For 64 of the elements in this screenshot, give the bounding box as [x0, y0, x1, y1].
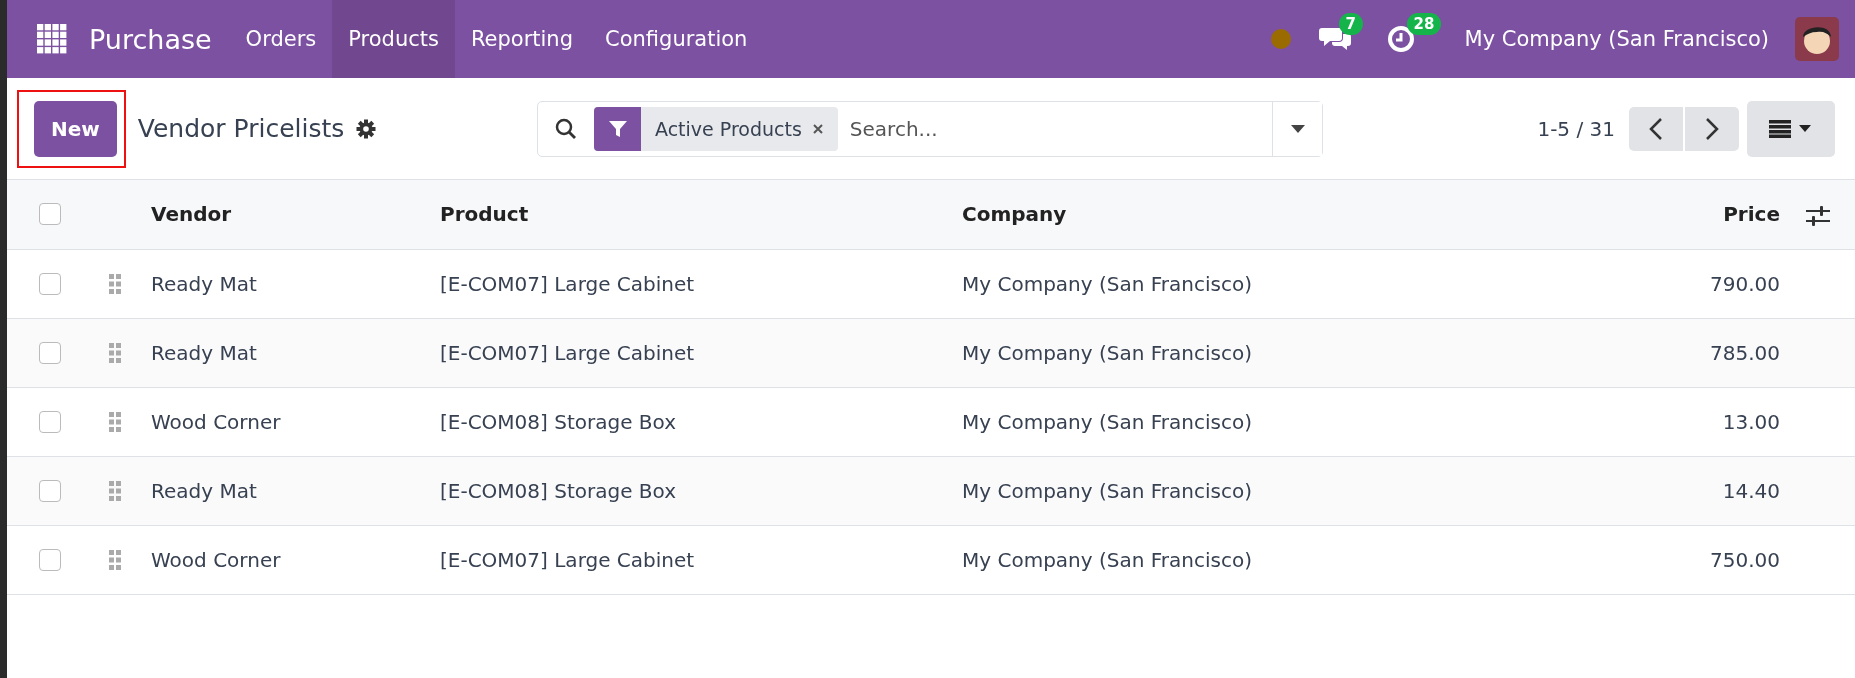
previous-button[interactable]: [1629, 106, 1683, 151]
drag-handle-icon[interactable]: [109, 342, 121, 363]
table-cell: My Company (San Francisco): [962, 547, 1252, 572]
status-dot[interactable]: [1270, 29, 1291, 49]
table-cell: [E-COM07] Large Cabinet: [440, 271, 695, 296]
table-cell: Wood Corner: [151, 547, 281, 572]
column-settings-icon[interactable]: [1806, 205, 1830, 226]
table-cell: [E-COM08] Storage Box: [440, 409, 676, 434]
drag-handle-icon[interactable]: [109, 480, 121, 501]
search-field[interactable]: Active Products Search...: [537, 100, 1323, 157]
drag-handle-icon[interactable]: [109, 273, 121, 294]
row-checkbox[interactable]: [39, 410, 61, 433]
pager-value[interactable]: 1-5 / 31: [1537, 116, 1615, 141]
table-cell: 790.00: [1710, 271, 1780, 296]
table-cell: [E-COM07] Large Cabinet: [440, 340, 695, 365]
clock-icon[interactable]: [1386, 25, 1415, 53]
app-grid-icon[interactable]: [37, 24, 67, 54]
column-header[interactable]: Price: [1723, 202, 1780, 227]
search-options-button[interactable]: [1272, 101, 1322, 156]
table-cell: 14.40: [1722, 478, 1780, 503]
next-button[interactable]: [1685, 106, 1739, 151]
table-cell: [E-COM08] Storage Box: [440, 478, 676, 503]
row-checkbox[interactable]: [39, 272, 61, 295]
table-cell: Ready Mat: [151, 340, 257, 365]
table-cell: My Company (San Francisco): [962, 409, 1252, 434]
table-cell: 785.00: [1710, 340, 1780, 365]
drag-handle-icon[interactable]: [109, 549, 121, 570]
table-cell: [E-COM07] Large Cabinet: [440, 547, 695, 572]
table-cell: My Company (San Francisco): [962, 478, 1252, 503]
table-cell: 750.00: [1710, 547, 1780, 572]
table-cell: Ready Mat: [151, 478, 257, 503]
column-header[interactable]: Vendor: [151, 202, 232, 227]
view-switcher-button[interactable]: [1747, 100, 1835, 157]
menu-item[interactable]: Orders: [229, 0, 333, 78]
table-cell: My Company (San Francisco): [962, 340, 1252, 365]
drag-handle-icon[interactable]: [109, 411, 121, 432]
table-cell: My Company (San Francisco): [962, 271, 1252, 296]
search-icon[interactable]: [554, 116, 578, 141]
close-icon[interactable]: [811, 122, 824, 135]
menu-item[interactable]: Products: [332, 0, 455, 78]
menu-item[interactable]: Configuration: [589, 0, 764, 78]
row-checkbox[interactable]: [39, 548, 61, 571]
company-switcher[interactable]: My Company (San Francisco): [1464, 27, 1769, 51]
app-name[interactable]: Purchase: [89, 23, 212, 55]
page-title: Vendor Pricelists: [137, 114, 345, 143]
chevron-right-icon: [1705, 116, 1719, 141]
column-header[interactable]: Product: [440, 202, 529, 227]
filter-icon: [607, 118, 628, 139]
new-button[interactable]: New: [34, 100, 117, 157]
row-checkbox[interactable]: [39, 479, 61, 502]
caret-icon: [1289, 123, 1306, 134]
table-cell: Wood Corner: [151, 409, 281, 434]
list-view-icon: [1769, 119, 1813, 138]
row-checkbox[interactable]: [39, 341, 61, 364]
activity-count-badge: 28: [1406, 13, 1442, 35]
avatar-icon[interactable]: [1795, 17, 1839, 61]
message-count-badge: 7: [1338, 13, 1363, 35]
select-all-checkbox[interactable]: [39, 203, 61, 226]
column-header[interactable]: Company: [962, 202, 1067, 227]
chevron-left-icon: [1649, 116, 1663, 141]
table-cell: Ready Mat: [151, 271, 257, 296]
facet-label: Active Products: [654, 117, 803, 140]
menu-item[interactable]: Reporting: [454, 0, 589, 78]
table-cell: 13.00: [1722, 409, 1780, 434]
